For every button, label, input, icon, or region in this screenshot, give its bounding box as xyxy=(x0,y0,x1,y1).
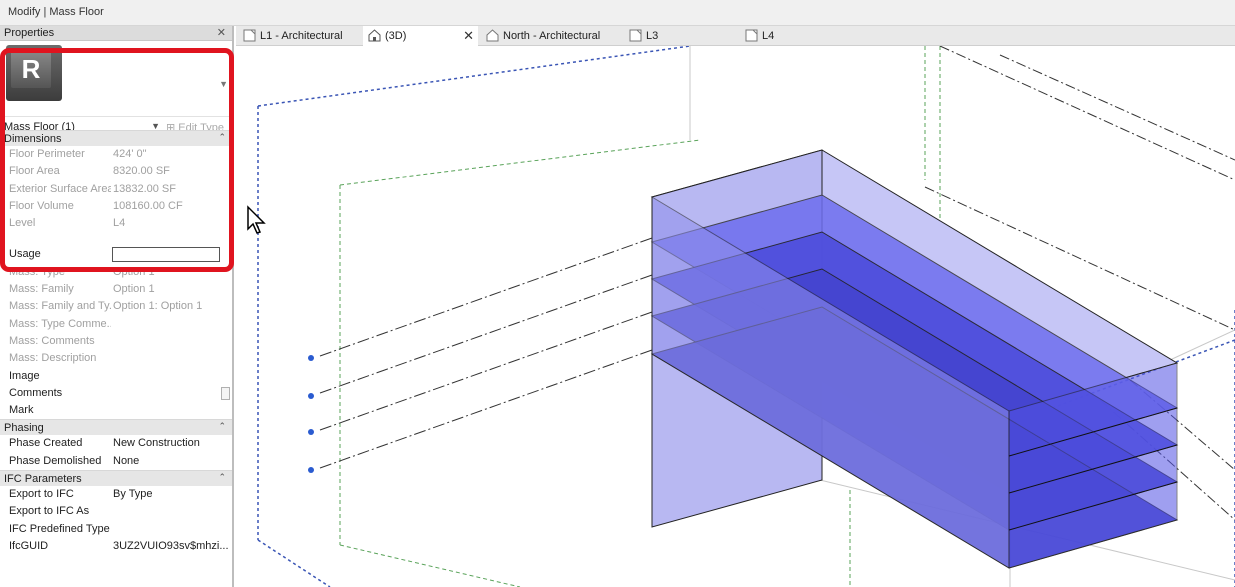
group-phasing[interactable]: Phasing ⌃ xyxy=(0,419,232,436)
tab-label: (3D) xyxy=(385,30,407,42)
property-name: Mark xyxy=(9,404,34,417)
property-name: Mass: Family and Ty... xyxy=(9,300,111,313)
property-value: 3UZ2VUIO93sv$mhzi... xyxy=(113,539,229,552)
property-row[interactable]: IFC Predefined Type xyxy=(0,521,232,538)
property-name: Export to IFC xyxy=(9,488,74,501)
property-name: IfcGUID xyxy=(9,539,49,552)
tab-3d[interactable]: (3D) ✕ xyxy=(363,26,478,46)
property-row[interactable]: Mark xyxy=(0,402,232,419)
tab-label: L4 xyxy=(762,30,775,42)
property-row[interactable]: Image xyxy=(0,368,232,385)
property-name: Mass: Description xyxy=(9,352,97,365)
3d-viewport[interactable] xyxy=(236,46,1235,587)
tab-label: L3 xyxy=(646,30,659,42)
property-row[interactable]: Mass: Description xyxy=(0,350,232,367)
property-row[interactable]: IfcGUID 3UZ2VUIO93sv$mhzi... xyxy=(0,538,232,555)
group-label: IFC Parameters xyxy=(4,473,82,486)
floor-plan-icon xyxy=(745,29,758,42)
property-value: None xyxy=(113,454,140,467)
3d-house-icon xyxy=(368,29,381,42)
property-row[interactable]: Mass: Family Option 1 xyxy=(0,281,232,298)
property-row[interactable]: Export to IFC By Type xyxy=(0,486,232,503)
property-name: Phase Demolished xyxy=(9,454,102,467)
tab-label: L1 - Architectural xyxy=(260,30,343,42)
view-tabs: L1 - Architectural (3D) ✕ North - Archit… xyxy=(236,26,1235,46)
comments-edit-button[interactable] xyxy=(221,386,230,400)
property-name: Mass: Type Comme... xyxy=(9,317,111,330)
property-row[interactable]: Export to IFC As xyxy=(0,503,232,520)
property-value: Option 1: Option 1 xyxy=(113,300,203,313)
properties-header: Properties ✕ xyxy=(0,26,232,41)
mouse-cursor-icon xyxy=(247,205,266,234)
elevation-house-icon xyxy=(486,29,499,42)
window-title: Modify | Mass Floor xyxy=(0,0,1235,26)
floor-plan-icon xyxy=(243,29,256,42)
level-lines xyxy=(319,237,653,469)
property-row[interactable]: Mass: Family and Ty... Option 1: Option … xyxy=(0,298,232,315)
close-icon[interactable]: ✕ xyxy=(217,26,226,39)
properties-title: Properties xyxy=(4,27,55,39)
close-icon[interactable]: ✕ xyxy=(463,28,474,44)
property-name: Phase Created xyxy=(9,437,83,450)
tab-l1-architectural[interactable]: L1 - Architectural xyxy=(238,26,360,46)
collapse-icon[interactable]: ⌃ xyxy=(218,472,226,483)
property-name: Mass: Comments xyxy=(9,334,95,347)
property-row[interactable]: Phase Demolished None xyxy=(0,453,232,470)
tab-l3[interactable]: L3 xyxy=(624,26,736,46)
property-row[interactable]: Mass: Type Comme... xyxy=(0,316,232,333)
property-value: By Type xyxy=(113,488,153,501)
red-highlight-annotation xyxy=(0,48,234,272)
mass-floors[interactable] xyxy=(650,149,1179,569)
floor-plan-icon xyxy=(629,29,642,42)
properties-panel: Properties ✕ R ▼ Mass Floor (1) ▼ ⊞ Edit… xyxy=(0,26,234,587)
property-name: Export to IFC As xyxy=(9,505,90,518)
property-name: Mass: Family xyxy=(9,283,74,296)
property-row[interactable]: Phase Created New Construction xyxy=(0,435,232,452)
property-row[interactable]: Mass: Comments xyxy=(0,333,232,350)
level-marker-icons[interactable] xyxy=(308,355,314,473)
tab-label: North - Architectural xyxy=(503,30,601,42)
group-ifc-parameters[interactable]: IFC Parameters ⌃ xyxy=(0,470,232,487)
property-name: Comments xyxy=(9,386,63,399)
property-value: New Construction xyxy=(113,437,200,450)
tab-l4[interactable]: L4 xyxy=(740,26,852,46)
collapse-icon[interactable]: ⌃ xyxy=(218,421,226,432)
tab-north-architectural[interactable]: North - Architectural xyxy=(481,26,621,46)
property-value: Option 1 xyxy=(113,283,155,296)
group-label: Phasing xyxy=(4,422,44,435)
property-name: Image xyxy=(9,369,40,382)
property-name: IFC Predefined Type xyxy=(9,522,110,535)
property-row[interactable]: Comments xyxy=(0,385,232,402)
